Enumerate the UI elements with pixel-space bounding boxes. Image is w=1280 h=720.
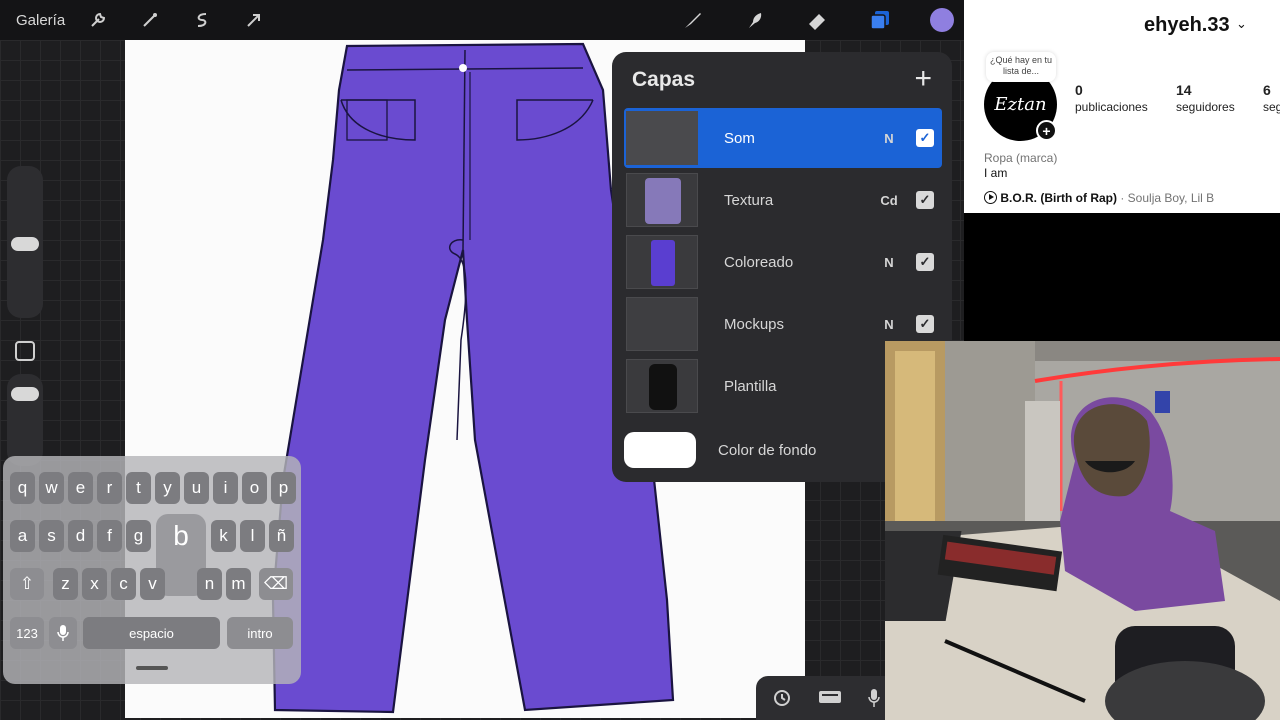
keyboard-icon[interactable] (818, 688, 842, 711)
key-d[interactable]: d (68, 520, 93, 552)
stat-posts-label: publicaciones (1075, 100, 1148, 114)
key-x[interactable]: x (82, 568, 107, 600)
background-color-label: Color de fondo (718, 441, 817, 459)
music-artist: · Soulja Boy, Lil B (1120, 191, 1215, 205)
dictation-icon[interactable] (868, 688, 880, 713)
layer-name[interactable]: Coloreado (724, 254, 874, 271)
visibility-checkbox[interactable]: ✓ (916, 253, 934, 271)
stat-following[interactable]: 6 seg (1263, 82, 1280, 114)
add-story-icon[interactable]: + (1036, 120, 1057, 141)
stat-following-label: seg (1263, 100, 1280, 114)
key-t[interactable]: t (126, 472, 151, 504)
profile-username[interactable]: ehyeh.33 (1144, 14, 1230, 37)
stat-followers-label: seguidores (1176, 100, 1235, 114)
opacity-handle[interactable] (11, 387, 39, 401)
brush-size-handle[interactable] (11, 237, 39, 251)
procreate-app: Galería Capas + Som N ✓ Textura Cd ✓ Col… (0, 0, 964, 720)
return-key[interactable]: intro (227, 617, 293, 649)
key-p[interactable]: p (271, 472, 296, 504)
instagram-profile: ehyeh.33 ⌄ Eztan ¿Qué hay en tu lista de… (964, 0, 1280, 213)
webcam-feed (885, 341, 1280, 720)
smudge-icon[interactable] (740, 5, 770, 35)
stat-posts-value: 0 (1075, 82, 1083, 98)
music-title: B.O.R. (Birth of Rap) (1000, 191, 1117, 205)
side-sliders (3, 166, 43, 466)
history-icon[interactable] (772, 688, 792, 713)
space-key[interactable]: espacio (83, 617, 220, 649)
profile-music[interactable]: B.O.R. (Birth of Rap) · Soulja Boy, Lil … (984, 191, 1214, 205)
stat-followers[interactable]: 14 seguidores (1176, 82, 1235, 114)
add-layer-button[interactable]: + (914, 62, 932, 96)
key-r[interactable]: r (97, 472, 122, 504)
layer-row[interactable]: Coloreado N ✓ (624, 232, 942, 292)
key-o[interactable]: o (242, 472, 267, 504)
key-y[interactable]: y (155, 472, 180, 504)
key-q[interactable]: q (10, 472, 35, 504)
key-i[interactable]: i (213, 472, 238, 504)
blend-mode[interactable]: N (874, 255, 904, 270)
key-v[interactable]: v (140, 568, 165, 600)
key-n[interactable]: n (197, 568, 222, 600)
visibility-checkbox[interactable]: ✓ (916, 129, 934, 147)
layer-name[interactable]: Plantilla (724, 378, 874, 395)
key-e[interactable]: e (68, 472, 93, 504)
stat-followers-value: 14 (1176, 82, 1192, 98)
floating-keyboard: q w e r t y u i o p a s d f g b k l ñ ⇧ … (3, 456, 301, 684)
microphone-icon[interactable] (49, 617, 77, 649)
layer-thumbnail (626, 297, 698, 351)
blend-mode[interactable]: N (874, 317, 904, 332)
key-u[interactable]: u (184, 472, 209, 504)
layer-thumbnail (626, 235, 698, 289)
webcam-scene (885, 341, 1280, 720)
key-k[interactable]: k (211, 520, 236, 552)
selection-icon[interactable] (187, 5, 217, 35)
eraser-icon[interactable] (802, 5, 832, 35)
layer-thumbnail (626, 111, 698, 165)
key-l[interactable]: l (240, 520, 265, 552)
profile-category: Ropa (marca) (984, 151, 1058, 165)
brush-icon[interactable] (678, 5, 708, 35)
backspace-icon[interactable]: ⌫ (259, 568, 293, 600)
blend-mode[interactable]: N (874, 131, 904, 146)
play-icon[interactable] (984, 191, 997, 204)
transform-arrow-icon[interactable] (239, 5, 269, 35)
layer-row[interactable]: Textura Cd ✓ (624, 170, 942, 230)
modify-button[interactable] (15, 341, 35, 361)
layer-name[interactable]: Mockups (724, 316, 874, 333)
visibility-checkbox[interactable]: ✓ (916, 191, 934, 209)
keyboard-drag-handle[interactable] (136, 666, 168, 670)
key-n-tilde[interactable]: ñ (269, 520, 294, 552)
magic-wand-icon[interactable] (135, 5, 165, 35)
key-a[interactable]: a (10, 520, 35, 552)
key-s[interactable]: s (39, 520, 64, 552)
wrench-icon[interactable] (83, 5, 113, 35)
top-toolbar: Galería (0, 0, 964, 40)
numbers-key[interactable]: 123 (10, 617, 44, 649)
layer-name[interactable]: Som (724, 130, 874, 147)
layer-row[interactable]: Som N ✓ (624, 108, 942, 168)
key-c[interactable]: c (111, 568, 136, 600)
profile-bio: I am (984, 166, 1008, 180)
background-swatch[interactable] (624, 432, 696, 468)
color-swatch[interactable] (927, 5, 957, 35)
key-g[interactable]: g (126, 520, 151, 552)
layer-thumbnail (626, 359, 698, 413)
profile-note[interactable]: ¿Qué hay en tu lista de... (986, 52, 1056, 82)
key-z[interactable]: z (53, 568, 78, 600)
key-f[interactable]: f (97, 520, 122, 552)
stat-following-value: 6 (1263, 82, 1271, 98)
key-w[interactable]: w (39, 472, 64, 504)
shift-icon[interactable]: ⇧ (10, 568, 44, 600)
blend-mode[interactable]: Cd (874, 193, 904, 208)
bottom-tool-pill (756, 676, 896, 720)
layer-name[interactable]: Textura (724, 192, 874, 209)
visibility-checkbox[interactable]: ✓ (916, 315, 934, 333)
key-m[interactable]: m (226, 568, 251, 600)
gallery-button[interactable]: Galería (16, 12, 65, 29)
chevron-down-icon[interactable]: ⌄ (1236, 16, 1247, 32)
layers-icon[interactable] (865, 5, 895, 35)
layer-thumbnail (626, 173, 698, 227)
layers-title: Capas (632, 68, 696, 91)
stat-posts[interactable]: 0 publicaciones (1075, 82, 1148, 114)
